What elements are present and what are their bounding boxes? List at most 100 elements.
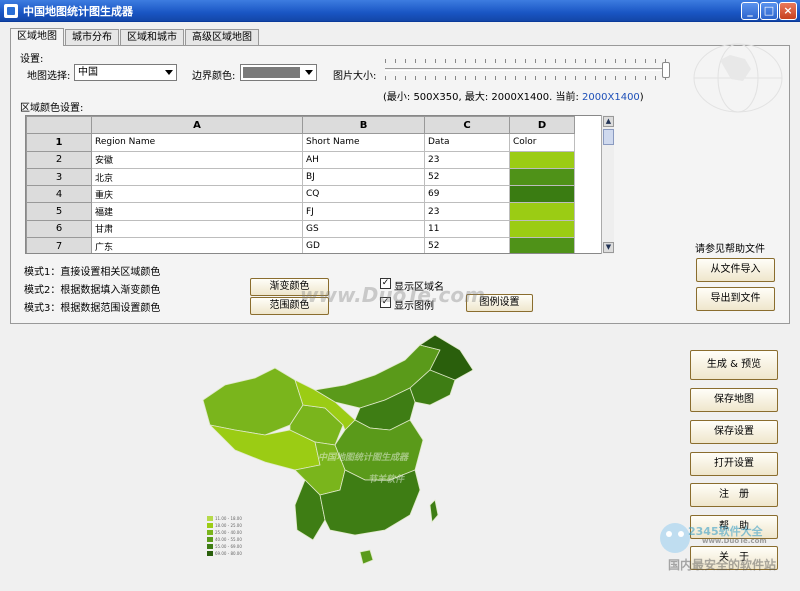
export-to-file-button[interactable]: 导出到文件 (696, 287, 775, 311)
cell-data[interactable]: 11 (424, 219, 510, 239)
grid-blank (575, 220, 604, 237)
border-color-dropdown[interactable] (240, 64, 317, 81)
size-info-text: (最小: 500X350, 最大: 2000X1400. 当前: (383, 92, 579, 103)
cell-data[interactable]: 69 (424, 185, 510, 204)
scroll-thumb[interactable] (603, 129, 614, 145)
tab-city-distribution[interactable]: 城市分布 (65, 29, 119, 46)
row-number[interactable]: 7 (26, 237, 92, 253)
tab-region-and-city[interactable]: 区域和城市 (120, 29, 184, 46)
grid-column-header-row: A B C D (26, 116, 604, 135)
tab-region-map[interactable]: 区域地图 (10, 28, 64, 46)
cell-short-name[interactable]: GD (302, 237, 425, 253)
cell-region-name[interactable]: 安徽 (91, 150, 303, 169)
grid-scrollbar[interactable]: ▲ ▼ (601, 115, 614, 254)
open-settings-button[interactable]: 打开设置 (690, 452, 778, 476)
cell-short-name[interactable]: GS (302, 219, 425, 239)
legend-item: 11.00 - 18.00 (207, 515, 242, 521)
globe-watermark (693, 43, 783, 113)
border-color-label: 边界颜色: (192, 71, 236, 82)
cell-region-name[interactable]: 广东 (91, 237, 303, 253)
tab-advanced-region-map[interactable]: 高级区域地图 (185, 29, 259, 46)
mode1-text: 模式1：直接设置相关区域颜色 (24, 267, 161, 278)
legend-swatch (207, 529, 213, 535)
cell-data[interactable]: Data (424, 133, 510, 152)
cell-color-swatch[interactable] (509, 219, 575, 239)
cell-short-name[interactable]: Short Name (302, 133, 425, 152)
cell-data[interactable]: 52 (424, 167, 510, 187)
scroll-down-icon[interactable]: ▼ (603, 242, 614, 253)
legend-label: 11.00 - 18.00 (215, 515, 242, 521)
row-number[interactable]: 5 (26, 202, 92, 221)
title-bar: 中国地图统计图生成器 (0, 0, 800, 22)
table-row: 6 甘肃 GS 11 (26, 219, 604, 239)
border-color-swatch (243, 67, 300, 78)
grid-blank (575, 186, 604, 203)
grid-blank (575, 168, 604, 185)
row-number[interactable]: 2 (26, 150, 92, 169)
column-header-a[interactable]: A (91, 116, 303, 135)
table-row: 3 北京 BJ 52 (26, 167, 604, 187)
import-from-file-button[interactable]: 从文件导入 (696, 258, 775, 282)
scroll-up-icon[interactable]: ▲ (603, 116, 614, 127)
region-color-label: 区域颜色设置: (20, 103, 84, 114)
size-info-close: ) (639, 92, 644, 103)
size-current: 2000X1400 (582, 92, 640, 103)
legend-item: 69.00 - 80.00 (207, 550, 242, 556)
grid-blank (575, 151, 604, 168)
map-region-xinjiang (202, 367, 304, 436)
cell-short-name[interactable]: BJ (302, 167, 425, 187)
cell-region-name[interactable]: 北京 (91, 167, 303, 187)
cell-short-name[interactable]: AH (302, 150, 425, 169)
cell-data[interactable]: 23 (424, 150, 510, 169)
legend-item: 25.00 - 40.00 (207, 529, 242, 535)
cell-data[interactable]: 52 (424, 237, 510, 253)
generate-preview-button[interactable]: 生成 & 预览 (690, 350, 778, 380)
cell-short-name[interactable]: CQ (302, 185, 425, 204)
map-select-label: 地图选择: (27, 71, 71, 82)
image-size-slider-thumb[interactable] (662, 62, 670, 78)
help-text: 请参见帮助文件 (695, 244, 765, 255)
region-data-grid[interactable]: A B C D 1 Region Name Short Name Data Co… (25, 115, 614, 254)
image-size-label: 图片大小: (333, 71, 377, 82)
column-header-d[interactable]: D (509, 116, 575, 135)
close-button[interactable]: × (779, 2, 797, 20)
grid-blank (574, 116, 604, 134)
slider-ticks-bottom (385, 76, 670, 80)
row-number[interactable]: 1 (26, 133, 92, 152)
cell-color-swatch[interactable] (509, 185, 575, 204)
column-header-c[interactable]: C (424, 116, 510, 135)
register-button[interactable]: 注 册 (690, 483, 778, 507)
legend-swatch (207, 550, 213, 556)
grid-blank (575, 134, 604, 151)
cell-region-name[interactable]: Region Name (91, 133, 303, 152)
map-select-dropdown[interactable]: 中国 (74, 64, 177, 81)
save-settings-button[interactable]: 保存设置 (690, 420, 778, 444)
cell-color-swatch[interactable] (509, 202, 575, 221)
cell-region-name[interactable]: 甘肃 (91, 219, 303, 239)
grid-corner (26, 116, 92, 135)
window-title: 中国地图统计图生成器 (23, 4, 133, 18)
table-row: 1 Region Name Short Name Data Color (26, 133, 604, 152)
row-number[interactable]: 6 (26, 219, 92, 239)
cell-color-swatch[interactable] (509, 237, 575, 253)
table-row: 4 重庆 CQ 69 (26, 185, 604, 204)
cell-color-swatch[interactable] (509, 150, 575, 169)
cell-color[interactable]: Color (509, 133, 575, 152)
cell-color-swatch[interactable] (509, 167, 575, 187)
mode2-text: 模式2：根据数据填入渐变颜色 (24, 285, 161, 296)
cell-region-name[interactable]: 重庆 (91, 185, 303, 204)
row-number[interactable]: 3 (26, 167, 92, 187)
cell-short-name[interactable]: FJ (302, 202, 425, 221)
tab-bar: 区域地图 城市分布 区域和城市 高级区域地图 (10, 28, 260, 46)
legend-label: 55.00 - 69.00 (215, 543, 242, 549)
legend-swatch (207, 515, 213, 521)
row-number[interactable]: 4 (26, 185, 92, 204)
cell-data[interactable]: 23 (424, 202, 510, 221)
mode3-text: 模式3：根据数据范围设置颜色 (24, 303, 161, 314)
image-size-slider[interactable] (385, 68, 670, 71)
cell-region-name[interactable]: 福建 (91, 202, 303, 221)
save-map-button[interactable]: 保存地图 (690, 388, 778, 412)
column-header-b[interactable]: B (302, 116, 425, 135)
minimize-button[interactable]: _ (741, 2, 759, 20)
maximize-button[interactable]: □ (760, 2, 778, 20)
